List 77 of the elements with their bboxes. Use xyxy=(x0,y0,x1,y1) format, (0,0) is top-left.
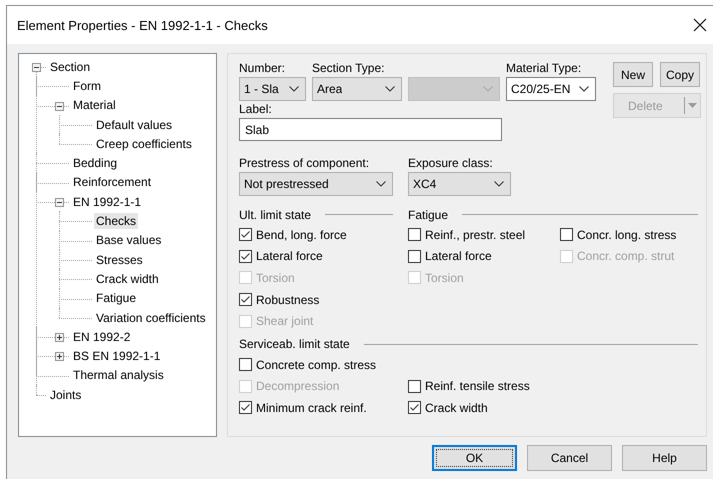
expand-icon[interactable] xyxy=(55,352,64,362)
expand-icon[interactable] xyxy=(55,333,64,342)
field-label: Exposure class: xyxy=(408,155,494,172)
action-button[interactable]: Copy xyxy=(660,62,700,87)
checkbox[interactable] xyxy=(560,228,573,242)
checkbox[interactable] xyxy=(239,358,252,372)
tree-item[interactable]: Crack width xyxy=(94,270,161,287)
dropdown[interactable]: C20/25-EN xyxy=(506,77,596,101)
tree-item[interactable]: Material xyxy=(71,97,118,114)
action-button[interactable]: New xyxy=(613,62,653,87)
tree-item[interactable]: EN 1992-2 xyxy=(71,328,132,345)
dropdown[interactable]: XC4 xyxy=(408,172,511,196)
checkbox-label: Reinf. tensile stress xyxy=(425,379,530,394)
field-label: Label: xyxy=(239,101,273,118)
field-label: Prestress of component: xyxy=(239,155,370,172)
tree-item[interactable]: Checks xyxy=(94,213,138,230)
checkbox[interactable] xyxy=(239,250,252,263)
checkbox[interactable] xyxy=(408,380,421,393)
dropdown[interactable]: Area xyxy=(312,77,402,101)
dropdown-arrow-icon xyxy=(688,103,697,108)
dropdown[interactable]: Not prestressed xyxy=(239,172,393,196)
checkbox-label: Bend, long. force xyxy=(256,228,347,242)
tree-item[interactable]: Joints xyxy=(48,386,84,403)
tree-item[interactable]: Bedding xyxy=(71,155,120,172)
checkbox-label: Lateral force xyxy=(256,249,323,264)
chevron-icon xyxy=(385,86,395,92)
field-label: Number: xyxy=(239,60,286,77)
tree-item[interactable]: Thermal analysis xyxy=(71,367,166,384)
tree-item[interactable]: Creep coefficients xyxy=(94,136,194,152)
chevron-icon xyxy=(579,86,589,92)
dialog-button[interactable]: Cancel xyxy=(527,445,612,471)
checkbox-label: Shear joint xyxy=(256,314,314,328)
tree-item[interactable]: Reinforcement xyxy=(71,174,154,190)
checkbox-label: Concrete comp. stress xyxy=(256,358,376,372)
checkbox[interactable] xyxy=(239,401,252,414)
tree-item[interactable]: Stresses xyxy=(94,252,145,268)
chevron-icon xyxy=(483,86,493,92)
chevron-icon xyxy=(289,86,299,92)
checkbox[interactable] xyxy=(408,228,421,242)
checkbox[interactable] xyxy=(239,293,252,306)
tree-item[interactable]: BS EN 1992-1-1 xyxy=(71,348,162,364)
checkbox-label: Concr. long. stress xyxy=(577,228,676,242)
tree-item[interactable]: Default values xyxy=(94,116,174,133)
checkbox-label: Robustness xyxy=(256,292,320,307)
checkbox-label: Minimum crack reinf. xyxy=(256,400,367,415)
collapse-icon[interactable] xyxy=(32,63,41,72)
dialog-button[interactable]: Help xyxy=(622,445,707,471)
checkbox-label: Crack width xyxy=(425,400,488,415)
chevron-icon xyxy=(376,181,386,187)
tree-item[interactable]: Form xyxy=(71,78,103,94)
collapse-icon[interactable] xyxy=(55,102,64,111)
window-title: Element Properties - EN 1992-1-1 - Checks xyxy=(17,18,268,32)
group-heading: Ult. limit state xyxy=(239,208,312,222)
field-label: Section Type: xyxy=(312,60,386,77)
group-heading: Serviceab. limit state xyxy=(239,337,350,352)
checkbox-label: Decompression xyxy=(256,379,340,394)
field-label: Material Type: xyxy=(506,60,582,77)
dialog-button[interactable]: OK xyxy=(432,445,517,471)
label-field[interactable]: Slab xyxy=(239,118,502,141)
dropdown[interactable]: 1 - Sla xyxy=(239,77,306,101)
collapse-icon[interactable] xyxy=(55,198,64,208)
tree-item[interactable]: EN 1992-1-1 xyxy=(71,194,144,210)
checkbox[interactable] xyxy=(239,228,252,242)
tree-item[interactable]: Section xyxy=(48,58,92,75)
checkbox-label: Reinf., prestr. steel xyxy=(425,228,526,242)
checkbox-label: Concr. comp. strut xyxy=(577,249,674,264)
checkbox[interactable] xyxy=(408,401,421,414)
close-icon[interactable] xyxy=(693,18,707,32)
tree-item[interactable]: Base values xyxy=(94,232,164,248)
group-heading: Fatigue xyxy=(408,208,448,222)
checkbox-label: Torsion xyxy=(256,270,295,285)
checkbox-label: Torsion xyxy=(425,270,464,285)
checkbox[interactable] xyxy=(408,250,421,263)
chevron-icon xyxy=(494,181,504,187)
checkbox-label: Lateral force xyxy=(425,249,492,264)
tree-item[interactable]: Fatigue xyxy=(94,290,138,306)
tree-item[interactable]: Variation coefficients xyxy=(94,310,208,326)
